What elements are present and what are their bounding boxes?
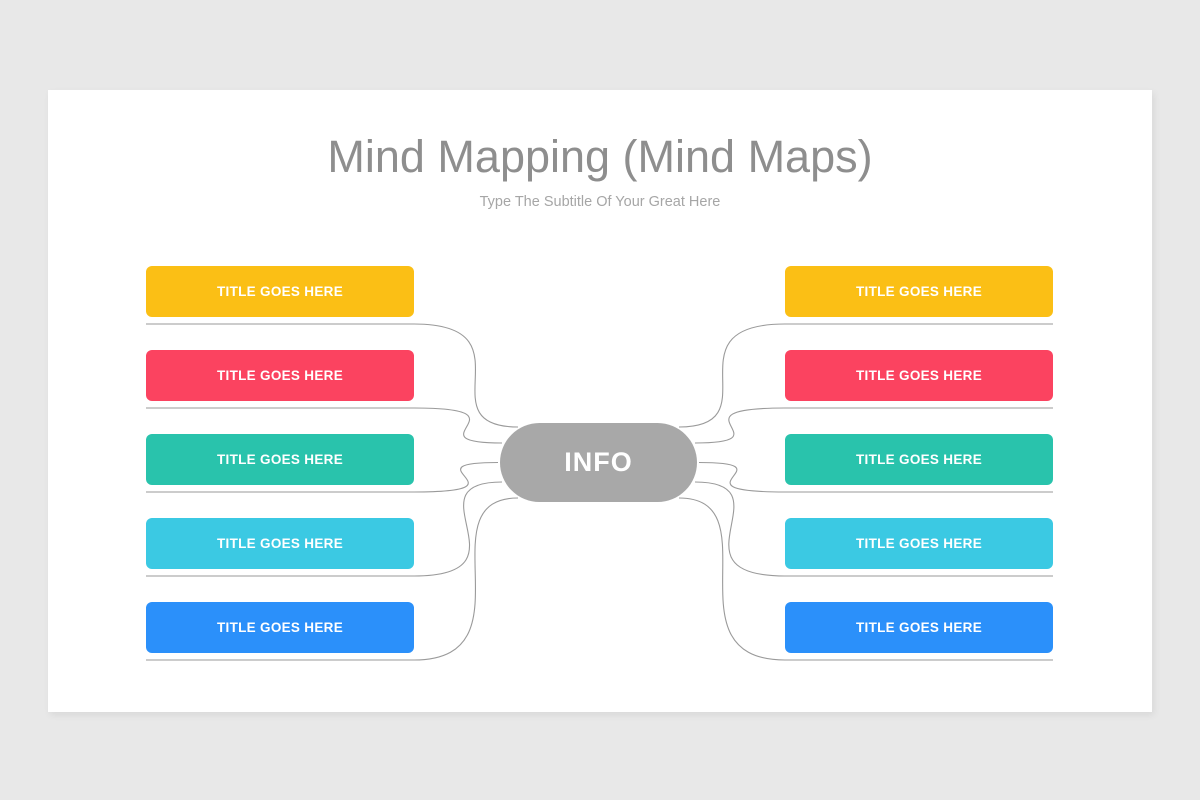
branch-node-right-1[interactable]: TITLE GOES HERE (785, 266, 1053, 317)
slide-card: Mind Mapping (Mind Maps) Type The Subtit… (48, 90, 1152, 712)
branch-node-right-4[interactable]: TITLE GOES HERE (785, 518, 1053, 569)
branch-node-left-3[interactable]: TITLE GOES HERE (146, 434, 414, 485)
branch-node-left-1[interactable]: TITLE GOES HERE (146, 266, 414, 317)
branch-node-label: TITLE GOES HERE (855, 284, 982, 299)
branch-node-left-4[interactable]: TITLE GOES HERE (146, 518, 414, 569)
branch-node-label: TITLE GOES HERE (855, 368, 982, 383)
branch-node-label: TITLE GOES HERE (216, 368, 343, 383)
center-node-label: INFO (564, 447, 633, 477)
branch-node-right-3[interactable]: TITLE GOES HERE (785, 434, 1053, 485)
branch-node-label: TITLE GOES HERE (216, 452, 343, 467)
branch-node-left-5[interactable]: TITLE GOES HERE (146, 602, 414, 653)
branch-node-label: TITLE GOES HERE (855, 620, 982, 635)
branch-node-label: TITLE GOES HERE (855, 452, 982, 467)
mindmap-diagram: TITLE GOES HERE TITLE GOES HERE TITLE GOES… (48, 90, 1152, 712)
branch-node-right-5[interactable]: TITLE GOES HERE (785, 602, 1053, 653)
branch-node-label: TITLE GOES HERE (216, 620, 343, 635)
branch-node-left-2[interactable]: TITLE GOES HERE (146, 350, 414, 401)
branch-node-right-2[interactable]: TITLE GOES HERE (785, 350, 1053, 401)
branch-node-label: TITLE GOES HERE (855, 536, 982, 551)
branch-node-label: TITLE GOES HERE (216, 284, 343, 299)
branch-node-label: TITLE GOES HERE (216, 536, 343, 551)
center-node-info[interactable]: INFO (500, 423, 697, 502)
